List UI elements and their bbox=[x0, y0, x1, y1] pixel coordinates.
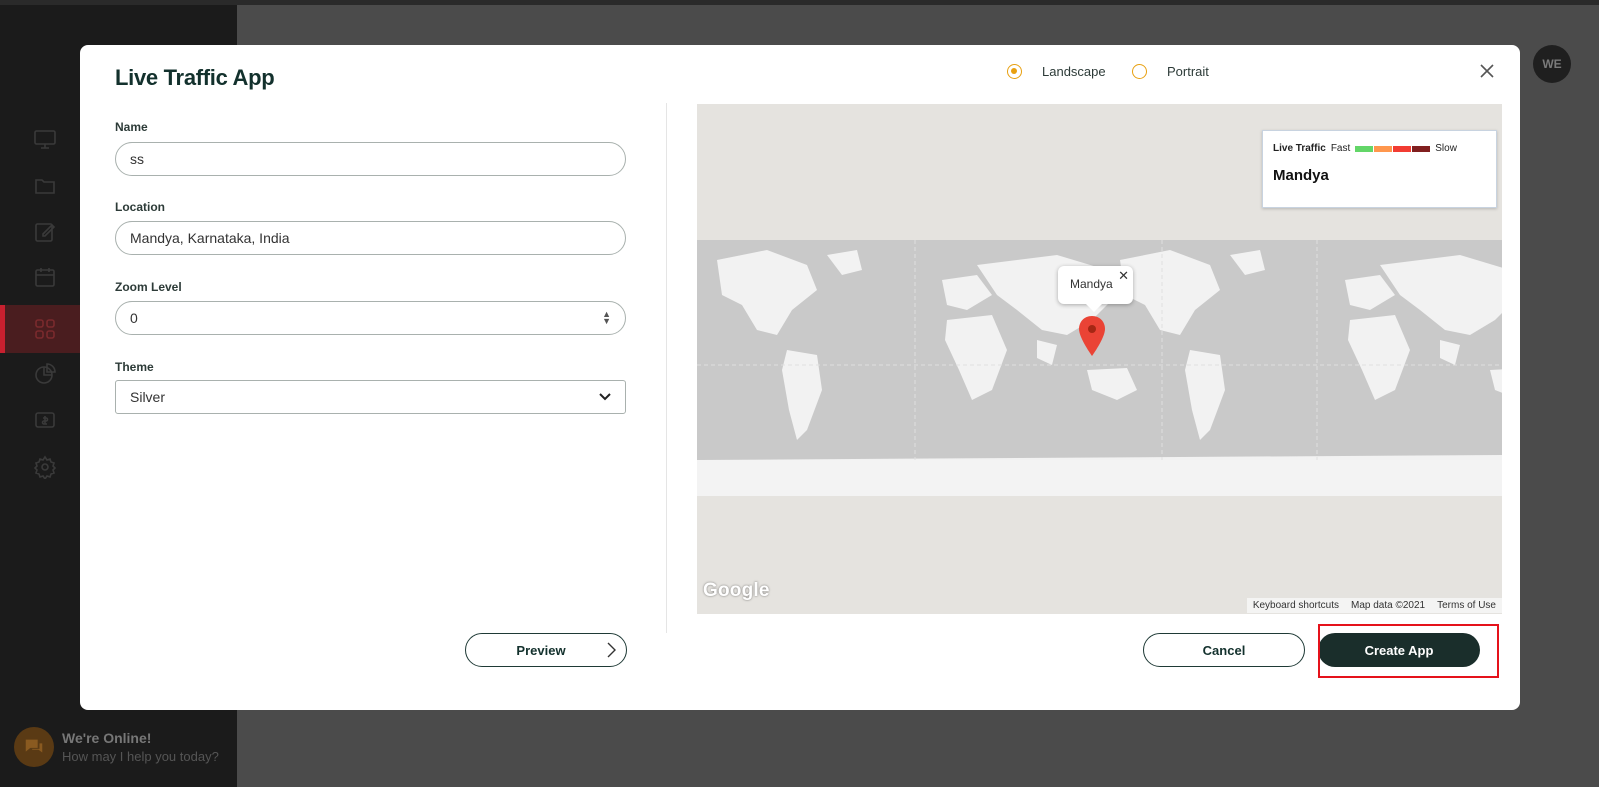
chat-icon[interactable] bbox=[14, 727, 54, 767]
preview-label: Preview bbox=[516, 642, 566, 658]
name-value: ss bbox=[130, 151, 144, 167]
chevron-right-icon bbox=[607, 642, 616, 658]
orientation-landscape[interactable]: Landscape bbox=[1007, 64, 1106, 79]
chat-widget[interactable]: We're Online! How may I help you today? bbox=[14, 727, 219, 767]
edit-icon[interactable] bbox=[33, 220, 57, 244]
orientation-portrait[interactable]: Portrait bbox=[1132, 64, 1209, 79]
terms-link[interactable]: Terms of Use bbox=[1437, 600, 1496, 611]
legend-swatch-0 bbox=[1355, 145, 1374, 152]
chevron-down-icon bbox=[599, 393, 611, 401]
location-field[interactable]: Mandya, Karnataka, India bbox=[115, 221, 626, 255]
cancel-button[interactable]: Cancel bbox=[1143, 633, 1305, 667]
name-label: Name bbox=[115, 120, 148, 134]
zoom-value: 0 bbox=[130, 310, 138, 326]
create-app-highlight bbox=[1318, 624, 1499, 678]
money-icon[interactable] bbox=[33, 408, 57, 432]
chat-subtitle: How may I help you today? bbox=[62, 749, 219, 764]
calendar-icon[interactable] bbox=[33, 265, 57, 289]
legend-fast: Fast bbox=[1330, 143, 1351, 154]
pie-chart-icon[interactable] bbox=[33, 362, 57, 386]
panel-divider bbox=[666, 103, 667, 633]
location-value: Mandya, Karnataka, India bbox=[130, 230, 290, 246]
traffic-legend: Live Traffic Fast Slow Mandya bbox=[1262, 130, 1497, 208]
legend-swatch-1 bbox=[1374, 145, 1393, 152]
apps-grid-icon[interactable] bbox=[33, 317, 57, 341]
map-pin-icon[interactable] bbox=[1078, 316, 1106, 356]
avatar[interactable]: WE bbox=[1533, 45, 1571, 83]
legend-title: Live Traffic bbox=[1273, 143, 1326, 154]
portrait-label: Portrait bbox=[1167, 64, 1209, 79]
theme-label: Theme bbox=[115, 360, 154, 374]
monitor-icon[interactable] bbox=[33, 127, 57, 151]
folder-icon[interactable] bbox=[33, 174, 57, 198]
legend-slow: Slow bbox=[1435, 143, 1457, 154]
zoom-label: Zoom Level bbox=[115, 280, 182, 294]
location-label: Location bbox=[115, 200, 165, 214]
map-preview[interactable]: Live Traffic Fast Slow Mandya Mandya ✕ G… bbox=[697, 104, 1502, 614]
portrait-radio[interactable] bbox=[1132, 64, 1147, 79]
modal-title: Live Traffic App bbox=[115, 65, 275, 90]
chat-title: We're Online! bbox=[62, 730, 152, 746]
landscape-label: Landscape bbox=[1042, 64, 1106, 79]
close-icon[interactable] bbox=[1477, 61, 1497, 81]
settings-icon[interactable] bbox=[33, 455, 57, 481]
create-app-modal: Live Traffic App Landscape Portrait Name… bbox=[80, 45, 1520, 710]
theme-select[interactable]: Silver bbox=[115, 380, 626, 414]
map-data-text: Map data ©2021 bbox=[1351, 600, 1426, 611]
legend-color-scale bbox=[1355, 145, 1431, 152]
legend-swatch-3 bbox=[1412, 145, 1431, 152]
zoom-level-stepper[interactable]: 0 ▲ ▼ bbox=[115, 301, 626, 335]
sidebar-active-indicator bbox=[0, 305, 5, 353]
keyboard-shortcuts-link[interactable]: Keyboard shortcuts bbox=[1253, 600, 1339, 611]
preview-button[interactable]: Preview bbox=[465, 633, 627, 667]
landscape-radio[interactable] bbox=[1007, 64, 1022, 79]
theme-value: Silver bbox=[130, 389, 166, 405]
name-field[interactable]: ss bbox=[115, 142, 626, 176]
google-logo: Google bbox=[703, 580, 770, 601]
info-close-icon[interactable]: ✕ bbox=[1118, 268, 1129, 284]
stepper-arrows-icon[interactable]: ▲ ▼ bbox=[602, 310, 611, 326]
map-info-window: Mandya ✕ bbox=[1058, 266, 1133, 312]
map-footer: Keyboard shortcuts Map data ©2021 Terms … bbox=[1246, 598, 1502, 613]
legend-location: Mandya bbox=[1273, 167, 1329, 184]
map-antarctica bbox=[697, 460, 1502, 496]
legend-swatch-2 bbox=[1393, 145, 1412, 152]
info-window-text: Mandya bbox=[1070, 277, 1113, 291]
